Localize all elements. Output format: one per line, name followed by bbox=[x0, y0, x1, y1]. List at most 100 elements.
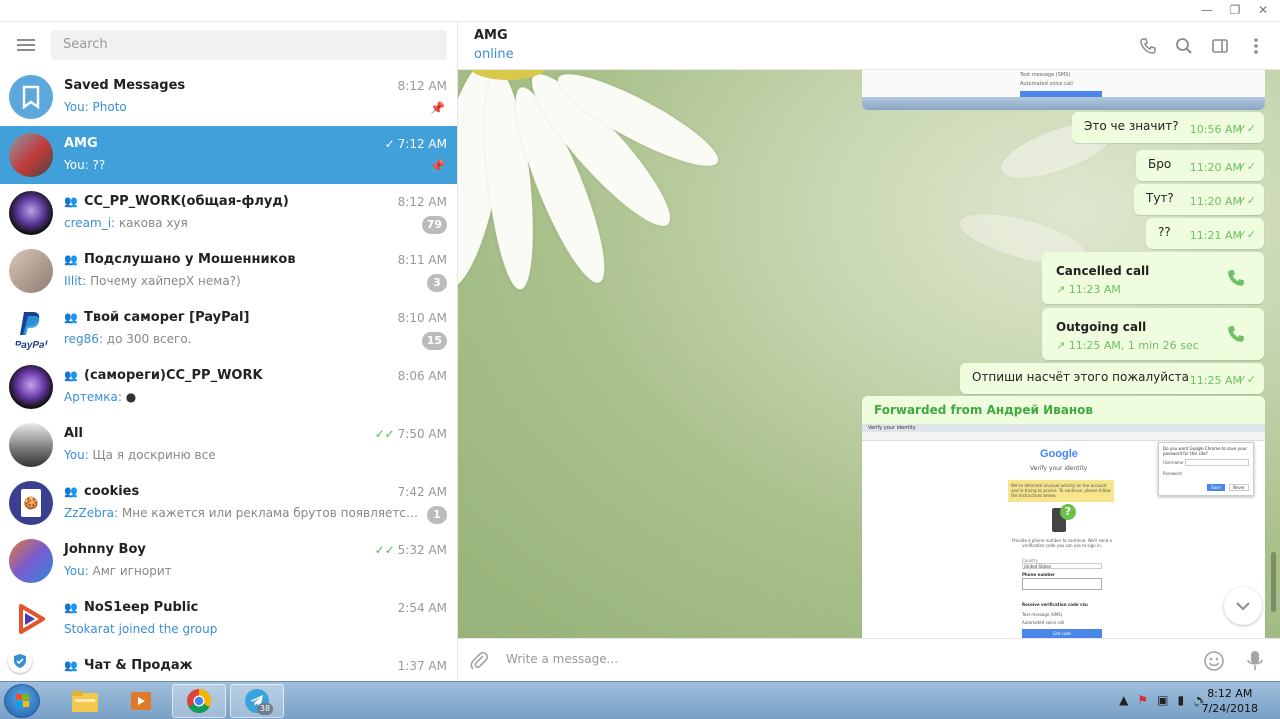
svg-text:PayPal: PayPal bbox=[15, 340, 48, 351]
call-meta: ↗ 11:23 AM bbox=[1056, 283, 1121, 296]
chat-time: 7:42 AM bbox=[397, 485, 447, 499]
start-button[interactable] bbox=[4, 684, 40, 718]
search-input[interactable]: Search bbox=[51, 30, 447, 60]
phone-icon[interactable] bbox=[1226, 324, 1246, 348]
photo-text: United States bbox=[1022, 563, 1102, 569]
message-text: Тут? bbox=[1146, 191, 1174, 205]
restore-button[interactable]: ❐ bbox=[1228, 2, 1242, 18]
emoji-icon[interactable] bbox=[1203, 650, 1225, 676]
minimize-button[interactable]: — bbox=[1200, 2, 1214, 18]
group-avatar bbox=[9, 365, 53, 409]
unread-badge: 3 bbox=[427, 274, 447, 292]
user-avatar bbox=[9, 423, 53, 467]
device-icon[interactable]: ▣ bbox=[1157, 693, 1168, 707]
scroll-to-bottom-button[interactable] bbox=[1224, 587, 1262, 625]
chat-preview: You: Photo bbox=[64, 100, 127, 114]
taskbar-clock[interactable]: 8:12 AM 7/24/2018 bbox=[1202, 686, 1258, 716]
chat-title[interactable]: AMG bbox=[474, 28, 508, 43]
tray-expand-icon[interactable]: ▲ bbox=[1119, 693, 1128, 707]
phone-icon[interactable] bbox=[1226, 268, 1246, 292]
chat-preview: You: Ща я доскриню все bbox=[64, 448, 216, 462]
chat-item-johnny-boy[interactable]: Johnny Boy ✓✓ 5:32 AM You: Амг игнорит bbox=[0, 532, 457, 590]
telegram-unread-badge: 38 bbox=[257, 703, 273, 715]
taskbar-chrome[interactable] bbox=[172, 684, 226, 718]
hamburger-menu-icon[interactable] bbox=[17, 39, 35, 51]
chat-name: All bbox=[64, 426, 83, 441]
network-icon[interactable]: ▮ bbox=[1177, 693, 1184, 707]
chat-list-sidebar: Search Saved Messages 8:12 AM You: Photo… bbox=[0, 22, 458, 680]
chat-time: 8:10 AM bbox=[397, 311, 447, 325]
photo-button: Get code bbox=[1022, 629, 1102, 638]
chat-name: 👥 Твой саморег [PayPal] bbox=[64, 310, 250, 325]
photo-taskbar bbox=[862, 97, 1265, 110]
photo-text: Verify your identity bbox=[868, 425, 916, 431]
chat-item-nos1eep[interactable]: 👥 NoS1eep Public 2:54 AM Stokarat joined … bbox=[0, 590, 457, 648]
chat-item-saved-messages[interactable]: Saved Messages 8:12 AM You: Photo 📌 bbox=[0, 68, 457, 126]
taskbar-telegram[interactable]: 38 bbox=[230, 684, 284, 718]
unread-badge: 15 bbox=[421, 332, 447, 350]
forwarded-photo-message[interactable]: Forwarded from Андрей Иванов Verify your… bbox=[862, 396, 1265, 638]
message-time: 11:20 AM bbox=[1189, 195, 1242, 208]
message-bubble[interactable]: Тут? 11:20 AM ✓✓ bbox=[1134, 184, 1264, 215]
windows-logo-icon bbox=[16, 694, 29, 707]
chat-item-chat-prodazh[interactable]: ebay 👥Чат & Продаж 1:37 AM bbox=[0, 648, 457, 680]
chat-time: 8:12 AM bbox=[397, 195, 447, 209]
more-options-icon[interactable] bbox=[1246, 36, 1266, 56]
paperclip-icon[interactable] bbox=[468, 650, 490, 676]
chat-item-cookies[interactable]: 🍪 👥 cookies 7:42 AM ZzZebra: Мне кажется … bbox=[0, 474, 457, 532]
photo-addressbar bbox=[862, 432, 1265, 441]
message-history: Text message (SMS) Automated voice call … bbox=[458, 70, 1280, 638]
chat-item-samoregi[interactable]: 👥 (самореги)CC_PP_WORK 8:06 AM Артемка: ● bbox=[0, 358, 457, 416]
google-logo: Google bbox=[1040, 448, 1078, 460]
message-bubble[interactable]: Это че значит? 10:56 AM ✓✓ bbox=[1072, 112, 1264, 143]
phone-icon[interactable] bbox=[1138, 36, 1158, 56]
chat-name: Johnny Boy bbox=[64, 542, 146, 557]
photo-button: Save bbox=[1207, 484, 1225, 491]
chevron-down-icon bbox=[1236, 602, 1250, 611]
amg-avatar bbox=[9, 133, 53, 177]
photo-text: Do you want Google Chrome to save your p… bbox=[1163, 446, 1247, 456]
chat-name: 👥 Подслушано у Мошенников bbox=[64, 252, 296, 267]
chat-item-all[interactable]: All ✓✓ 7:50 AM You: Ща я доскриню все bbox=[0, 416, 457, 474]
chat-scrollbar[interactable] bbox=[1271, 72, 1276, 632]
message-input[interactable]: Write a message... bbox=[506, 652, 618, 666]
photo-input bbox=[1185, 459, 1249, 466]
double-check-icon: ✓✓ bbox=[1237, 228, 1256, 241]
chat-preview: Illit: Почему хайперХ нема?) bbox=[64, 274, 241, 288]
photo-button: Never bbox=[1229, 484, 1249, 491]
photo-tabbar bbox=[862, 424, 1265, 432]
microphone-icon[interactable] bbox=[1246, 649, 1264, 677]
double-check-icon: ✓✓ bbox=[1237, 194, 1256, 207]
photo-message-top[interactable]: Text message (SMS) Automated voice call bbox=[862, 70, 1265, 110]
call-message[interactable]: Outgoing call ↗ 11:25 AM, 1 min 26 sec bbox=[1042, 308, 1264, 360]
taskbar-explorer[interactable] bbox=[58, 684, 112, 718]
chat-item-cc-pp-work-flood[interactable]: 👥 CC_PP_WORK(общая-флуд) 8:12 AM cream_i:… bbox=[0, 184, 457, 242]
unread-badge: 79 bbox=[421, 216, 447, 234]
play-logo-icon bbox=[19, 604, 45, 634]
shield-check-icon[interactable] bbox=[8, 649, 32, 673]
photo-text: Provide a phone number to continue. We'l… bbox=[1012, 538, 1112, 548]
chat-time: 8:12 AM bbox=[397, 79, 447, 93]
message-time: 11:20 AM bbox=[1189, 161, 1242, 174]
chat-item-paypal[interactable]: PayPal 👥 Твой саморег [PayPal] 8:10 AM re… bbox=[0, 300, 457, 358]
message-bubble[interactable]: Бро 11:20 AM ✓✓ bbox=[1136, 150, 1264, 181]
chat-time: 1:37 AM bbox=[397, 659, 447, 673]
read-check-icon: ✓ bbox=[384, 137, 395, 151]
photo-text: Phone number bbox=[1022, 572, 1055, 577]
chat-time: ✓ 7:12 AM bbox=[384, 137, 447, 151]
search-icon[interactable] bbox=[1174, 36, 1194, 56]
system-tray: ▲ ⚑ ▣ ▮ 🔊 bbox=[1119, 693, 1208, 707]
flag-icon[interactable]: ⚑ bbox=[1137, 693, 1148, 707]
message-bubble[interactable]: ?? 11:21 AM ✓✓ bbox=[1146, 218, 1264, 249]
message-text: Это че значит? bbox=[1084, 119, 1179, 133]
sidebar-toggle-icon[interactable] bbox=[1210, 36, 1230, 56]
message-time: 11:25 AM bbox=[1189, 374, 1242, 387]
call-message[interactable]: Cancelled call ↗ 11:23 AM bbox=[1042, 252, 1264, 304]
chat-item-podslushano[interactable]: 👥 Подслушано у Мошенников 8:11 AM Illit: … bbox=[0, 242, 457, 300]
close-button[interactable]: ✕ bbox=[1256, 2, 1270, 18]
taskbar-media-player[interactable] bbox=[114, 684, 168, 718]
chat-item-amg[interactable]: AMG ✓ 7:12 AM You: ?? 📌 bbox=[0, 126, 457, 184]
forwarded-photo[interactable]: Verify your identity Google Verify your … bbox=[862, 424, 1265, 638]
forwarded-from-label[interactable]: Forwarded from Андрей Иванов bbox=[874, 403, 1093, 417]
message-bubble[interactable]: Отпиши насчёт этого пожалуйста 11:25 AM … bbox=[960, 363, 1264, 394]
